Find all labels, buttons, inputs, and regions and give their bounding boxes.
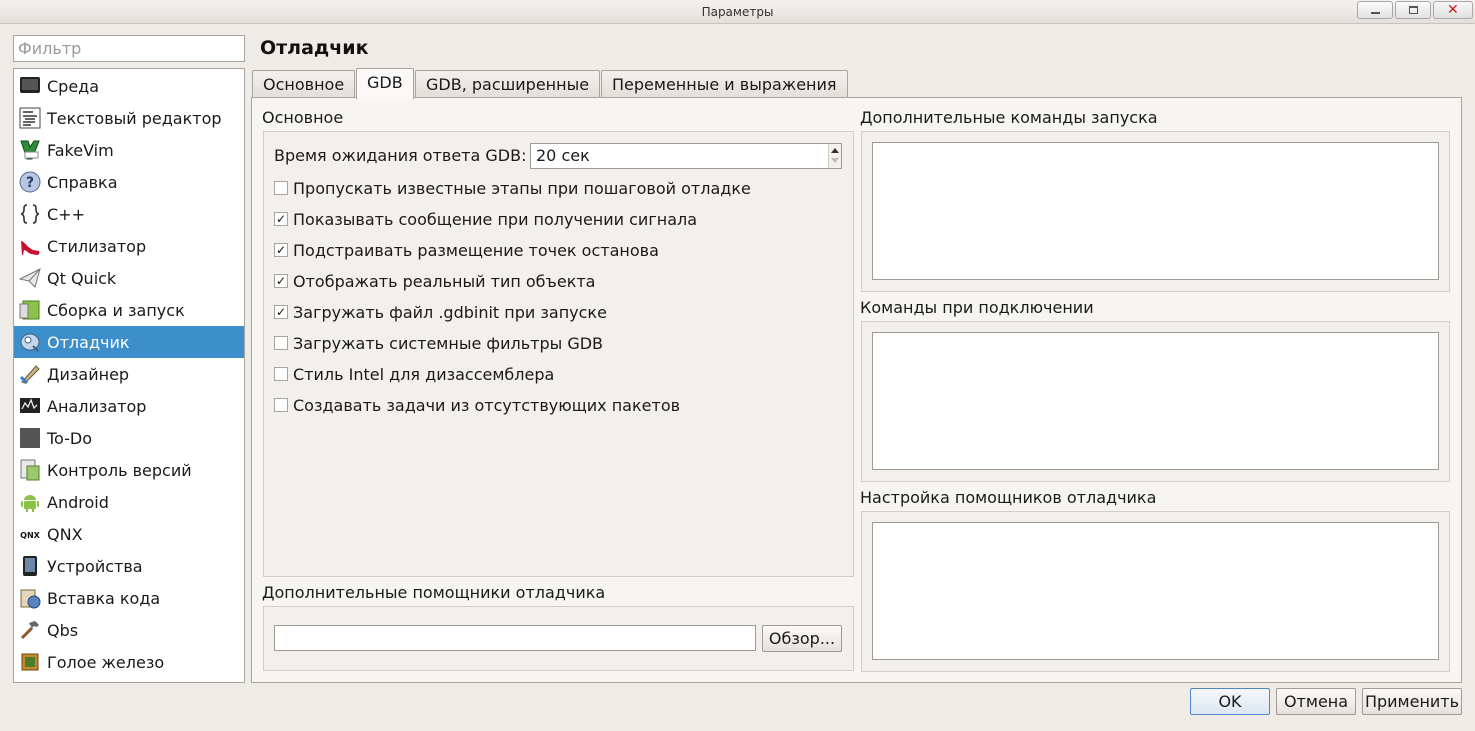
debugger-icon xyxy=(19,331,41,353)
checkbox-box[interactable]: ✓ xyxy=(274,243,288,257)
ok-button[interactable]: OK xyxy=(1190,688,1270,715)
help-icon: ? xyxy=(19,171,41,193)
sidebar-item-debugger[interactable]: Отладчик xyxy=(14,326,244,358)
timeout-label: Время ожидания ответа GDB: xyxy=(274,146,527,165)
device-icon xyxy=(19,555,41,577)
tab-general[interactable]: Основное xyxy=(252,70,356,98)
chip-icon xyxy=(19,651,41,673)
sidebar-item-version-control[interactable]: Контроль версий xyxy=(14,454,244,486)
paper-plane-icon xyxy=(18,267,41,289)
filter-input[interactable] xyxy=(13,35,245,62)
version-control-icon xyxy=(19,459,41,481)
extra-helpers-group-title: Дополнительные помощники отладчика xyxy=(262,583,606,602)
high-heel-icon xyxy=(19,235,41,257)
tab-gdb[interactable]: GDB xyxy=(356,68,414,99)
sidebar-item-designer[interactable]: Дизайнер xyxy=(14,358,244,390)
cancel-button[interactable]: Отмена xyxy=(1276,688,1356,715)
category-list[interactable]: Среда Текстовый редактор FakeVim ? Справ… xyxy=(13,68,245,683)
braces-icon xyxy=(19,203,41,225)
sidebar-item-qbs[interactable]: Qbs xyxy=(14,614,244,646)
timeout-spinbox[interactable]: 20 сек xyxy=(530,143,842,169)
close-icon: ✕ xyxy=(1447,2,1459,18)
sidebar-item-fakevim[interactable]: FakeVim xyxy=(14,134,244,166)
maximize-button[interactable] xyxy=(1395,1,1431,19)
qnx-icon: QNX xyxy=(19,523,41,545)
sidebar-item-android[interactable]: Android xyxy=(14,486,244,518)
checkbox-box[interactable]: ✓ xyxy=(274,212,288,226)
general-group-title: Основное xyxy=(262,108,344,127)
minimize-icon xyxy=(1371,12,1380,14)
svg-text:?: ? xyxy=(26,175,34,191)
load-gdbinit-checkbox[interactable]: ✓ Загружать файл .gdbinit при запуске xyxy=(274,302,607,322)
minimize-button[interactable] xyxy=(1357,1,1393,19)
sidebar-item-cpp[interactable]: C++ xyxy=(14,198,244,230)
sidebar-item-analyzer[interactable]: Анализатор xyxy=(14,390,244,422)
sidebar-item-qnx[interactable]: QNX QNX xyxy=(14,518,244,550)
checkbox-box[interactable] xyxy=(274,336,288,350)
qnx-icon-text: QNX xyxy=(20,531,40,540)
text-editor-icon xyxy=(19,107,41,129)
load-system-pretty-printers-checkbox[interactable]: Загружать системные фильтры GDB xyxy=(274,333,603,353)
checkbox-box[interactable] xyxy=(274,398,288,412)
page-title: Отладчик xyxy=(260,37,369,59)
close-button[interactable]: ✕ xyxy=(1433,1,1473,19)
window-titlebar: Параметры xyxy=(0,0,1475,24)
sidebar-item-code-paste[interactable]: Вставка кода xyxy=(14,582,244,614)
attach-commands-textarea[interactable] xyxy=(872,332,1439,470)
startup-commands-textarea[interactable] xyxy=(872,142,1439,280)
sidebar-item-beautifier[interactable]: Стилизатор xyxy=(14,230,244,262)
spin-down-icon[interactable] xyxy=(831,158,839,163)
sidebar-item-todo[interactable]: To-Do xyxy=(14,422,244,454)
maximize-icon xyxy=(1409,6,1418,14)
timeout-value: 20 сек xyxy=(536,146,590,165)
todo-icon xyxy=(19,427,41,449)
checkbox-box[interactable]: ✓ xyxy=(274,305,288,319)
startup-commands-title: Дополнительные команды запуска xyxy=(860,108,1158,127)
code-paste-icon xyxy=(19,587,41,609)
tab-locals-expressions[interactable]: Переменные и выражения xyxy=(601,70,848,98)
spin-up-icon[interactable] xyxy=(831,148,839,153)
sidebar-item-environment[interactable]: Среда xyxy=(14,70,244,102)
sidebar-item-qt-quick[interactable]: Qt Quick xyxy=(14,262,244,294)
hammer-icon xyxy=(19,619,41,641)
monitor-icon xyxy=(19,75,41,97)
checkbox-box[interactable]: ✓ xyxy=(274,274,288,288)
checkbox-box[interactable] xyxy=(274,181,288,195)
skip-known-frames-checkbox[interactable]: Пропускать известные этапы при пошаговой… xyxy=(274,178,751,198)
analyzer-icon xyxy=(19,395,41,417)
sidebar-item-build-run[interactable]: Сборка и запуск xyxy=(14,294,244,326)
fakevim-icon xyxy=(19,139,41,161)
apply-button[interactable]: Применить xyxy=(1362,688,1462,715)
adjust-breakpoints-checkbox[interactable]: ✓ Подстраивать размещение точек останова xyxy=(274,240,659,260)
tab-gdb-extended[interactable]: GDB, расширенные xyxy=(415,70,601,98)
checkbox-box[interactable] xyxy=(274,367,288,381)
sidebar-item-devices[interactable]: Устройства xyxy=(14,550,244,582)
helper-customization-textarea[interactable] xyxy=(872,522,1439,660)
spinbox-buttons[interactable] xyxy=(828,144,841,168)
extra-helpers-path-input[interactable] xyxy=(274,625,756,651)
sidebar-item-text-editor[interactable]: Текстовый редактор xyxy=(14,102,244,134)
designer-icon xyxy=(19,363,41,385)
build-run-icon xyxy=(19,299,41,321)
helper-customization-title: Настройка помощников отладчика xyxy=(860,488,1157,507)
browse-button[interactable]: Обзор... xyxy=(762,625,842,652)
window-title: Параметры xyxy=(701,5,774,19)
show-signal-message-checkbox[interactable]: ✓ Показывать сообщение при получении сиг… xyxy=(274,209,697,229)
intel-disassembly-checkbox[interactable]: Стиль Intel для дизассемблера xyxy=(274,364,554,384)
android-icon xyxy=(19,491,41,513)
attach-commands-title: Команды при подключении xyxy=(860,298,1094,317)
sidebar-item-help[interactable]: ? Справка xyxy=(14,166,244,198)
create-tasks-missing-packages-checkbox[interactable]: Создавать задачи из отсутствующих пакето… xyxy=(274,395,680,415)
dynamic-object-type-checkbox[interactable]: ✓ Отображать реальный тип объекта xyxy=(274,271,595,291)
sidebar-item-bare-metal[interactable]: Голое железо xyxy=(14,646,244,678)
